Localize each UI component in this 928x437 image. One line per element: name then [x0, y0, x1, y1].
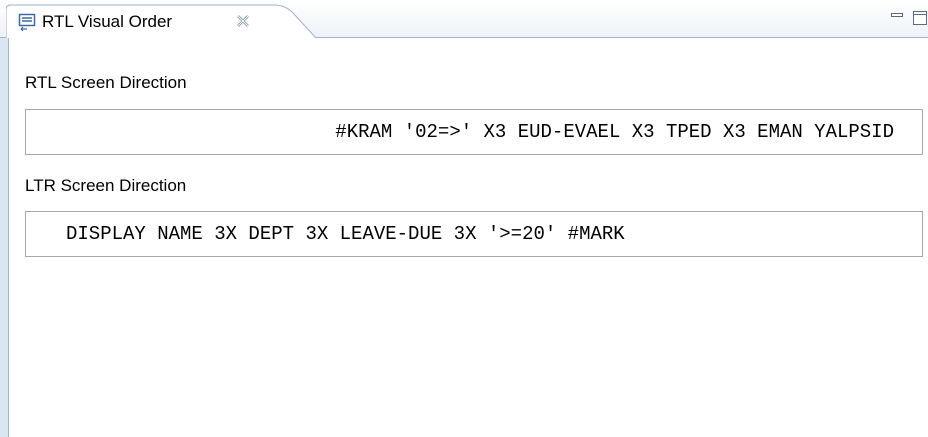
tab-rtl-visual-order[interactable]: RTL Visual Order	[6, 4, 317, 39]
rtl-section-label: RTL Screen Direction	[25, 73, 187, 92]
rtl-text-field[interactable]: #KRAM '02=>' X3 EUD-EVAEL X3 TPED X3 EMA…	[25, 109, 923, 155]
view-icon	[18, 13, 36, 32]
minimize-icon[interactable]	[890, 10, 904, 28]
ltr-section-label: LTR Screen Direction	[25, 176, 187, 195]
view-tab-bar: RTL Visual Order	[0, 0, 928, 39]
tab-title: RTL Visual Order	[42, 12, 173, 31]
view-controls	[868, 10, 928, 30]
view-content: RTL Screen Direction #KRAM '02=>' X3 EUD…	[8, 38, 928, 437]
rtl-visual-order-view: RTL Visual Order RTL Screen Direction #K…	[0, 0, 928, 437]
ltr-text-field[interactable]: DISPLAY NAME 3X DEPT 3X LEAVE-DUE 3X '>=…	[25, 211, 923, 257]
maximize-icon[interactable]	[912, 10, 928, 31]
close-icon[interactable]	[236, 14, 250, 28]
